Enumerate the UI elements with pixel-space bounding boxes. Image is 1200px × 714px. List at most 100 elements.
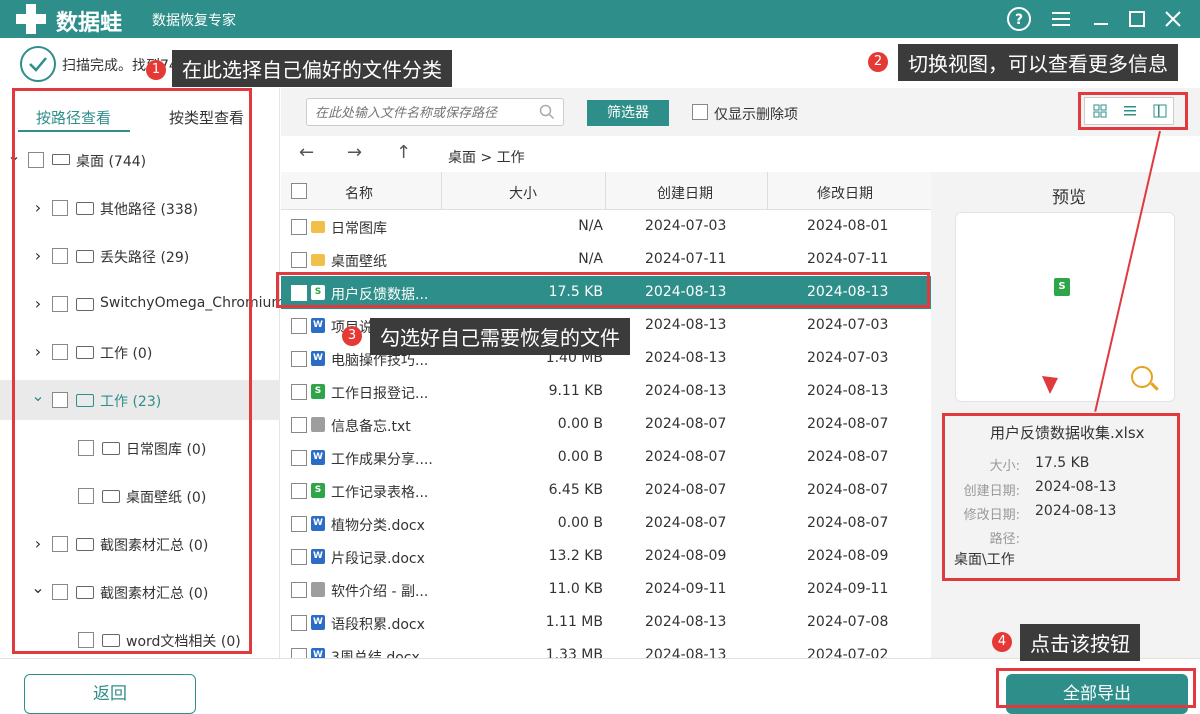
column-size[interactable]: 大小: [509, 183, 537, 203]
file-size: 6.45 KB: [548, 482, 603, 498]
file-modified: 2024-07-11: [807, 251, 889, 267]
question-circle-icon[interactable]: ?: [1006, 6, 1032, 32]
file-name: 工作记录表格...: [331, 485, 429, 501]
row-checkbox[interactable]: [291, 417, 307, 433]
callout-4-badge: 4: [992, 632, 1012, 652]
close-icon[interactable]: [1160, 6, 1186, 32]
table-row[interactable]: W 工作成果分享.... 0.00 B 2024-08-07 2024-08-07: [281, 441, 931, 474]
docx-file-icon: W: [311, 615, 325, 630]
callout-3-badge: 3: [342, 326, 362, 346]
column-created[interactable]: 创建日期: [657, 183, 713, 203]
search-box: [306, 98, 564, 126]
select-all-checkbox[interactable]: [291, 183, 307, 199]
app-logo: [14, 3, 48, 35]
folder-icon: [311, 254, 325, 266]
row-checkbox[interactable]: [291, 615, 307, 631]
file-name: 片段记录.docx: [331, 551, 425, 567]
file-name: 软件介绍 - 副...: [331, 584, 429, 600]
column-name[interactable]: 名称: [345, 183, 373, 203]
file-created: 2024-09-11: [645, 581, 727, 597]
row-checkbox[interactable]: [291, 252, 307, 268]
file-created: 2024-07-03: [645, 218, 727, 234]
row-checkbox[interactable]: [291, 351, 307, 367]
only-deleted-checkbox[interactable]: [692, 104, 708, 120]
highlight-box-1: [12, 88, 252, 654]
breadcrumb: 桌面 > 工作: [448, 150, 525, 166]
file-modified: 2024-08-13: [807, 383, 889, 399]
search-input[interactable]: [315, 103, 533, 123]
table-row[interactable]: 软件介绍 - 副... 11.0 KB 2024-09-11 2024-09-11: [281, 573, 931, 606]
file-created: 2024-08-13: [645, 383, 727, 399]
table-row[interactable]: W 片段记录.docx 13.2 KB 2024-08-09 2024-08-09: [281, 540, 931, 573]
row-checkbox[interactable]: [291, 318, 307, 334]
file-created: 2024-08-13: [645, 350, 727, 366]
callout-1: 在此选择自己偏好的文件分类: [172, 50, 452, 87]
file-modified: 2024-08-07: [807, 416, 889, 432]
docx-file-icon: W: [311, 450, 325, 465]
callout-1-badge: 1: [146, 60, 166, 80]
table-row[interactable]: S 工作日报登记... 9.11 KB 2024-08-13 2024-08-13: [281, 375, 931, 408]
folder-icon: [311, 221, 325, 233]
callout-2-badge: 2: [868, 52, 888, 72]
minimize-icon[interactable]: [1088, 6, 1114, 32]
callout-4: 点击该按钮: [1020, 624, 1140, 661]
preview-title: 预览: [1052, 188, 1086, 208]
file-name: 信息备忘.txt: [331, 419, 411, 435]
file-size: 13.2 KB: [548, 548, 603, 564]
highlight-box-4: [942, 413, 1180, 581]
file-name: 植物分类.docx: [331, 518, 425, 534]
file-name: 工作成果分享....: [331, 452, 433, 468]
table-row[interactable]: W 植物分类.docx 0.00 B 2024-08-07 2024-08-07: [281, 507, 931, 540]
table-row[interactable]: 日常图库 N/A 2024-07-03 2024-08-01: [281, 210, 931, 243]
forward-arrow-icon[interactable]: →: [347, 142, 362, 163]
file-size: N/A: [578, 218, 603, 234]
row-checkbox[interactable]: [291, 450, 307, 466]
file-created: 2024-08-07: [645, 515, 727, 531]
file-size: N/A: [578, 251, 603, 267]
column-modified[interactable]: 修改日期: [817, 183, 873, 203]
back-button[interactable]: 返回: [24, 674, 196, 714]
file-name: 语段积累.docx: [331, 617, 425, 633]
table-header: 名称 大小 创建日期 修改日期: [281, 172, 931, 210]
back-arrow-icon[interactable]: ←: [299, 142, 314, 163]
maximize-icon[interactable]: [1124, 6, 1150, 32]
file-created: 2024-08-13: [645, 317, 727, 333]
highlight-box-3: [276, 272, 930, 308]
table-row[interactable]: 信息备忘.txt 0.00 B 2024-08-07 2024-08-07: [281, 408, 931, 441]
row-checkbox[interactable]: [291, 516, 307, 532]
txt-file-icon: [311, 417, 325, 432]
callout-2: 切换视图，可以查看更多信息: [898, 44, 1178, 81]
file-created: 2024-08-07: [645, 449, 727, 465]
file-name: 日常图库: [331, 221, 387, 237]
docx-file-icon: W: [311, 516, 325, 531]
file-modified: 2024-09-11: [807, 581, 889, 597]
highlight-box-2: [1078, 92, 1188, 130]
up-arrow-icon[interactable]: ↑: [396, 142, 411, 163]
row-checkbox[interactable]: [291, 483, 307, 499]
row-checkbox[interactable]: [291, 219, 307, 235]
highlight-box-5: [996, 668, 1196, 708]
table-row[interactable]: S 工作记录表格... 6.45 KB 2024-08-07 2024-08-07: [281, 474, 931, 507]
app-subtitle: 数据恢复专家: [152, 13, 236, 29]
search-icon[interactable]: [539, 104, 555, 120]
hamburger-menu-icon[interactable]: [1048, 6, 1074, 32]
nav-row: [281, 136, 931, 172]
file-modified: 2024-08-07: [807, 515, 889, 531]
docx-file-icon: W: [311, 549, 325, 564]
annotation-arrowhead: [1042, 376, 1058, 394]
filter-button[interactable]: 筛选器: [587, 100, 669, 126]
file-modified: 2024-08-07: [807, 482, 889, 498]
file-modified: 2024-07-03: [807, 350, 889, 366]
file-size: 1.11 MB: [545, 614, 603, 630]
svg-text:?: ?: [1015, 12, 1023, 28]
file-created: 2024-08-07: [645, 482, 727, 498]
file-modified: 2024-08-07: [807, 449, 889, 465]
table-row[interactable]: W 语段积累.docx 1.11 MB 2024-08-13 2024-07-08: [281, 606, 931, 639]
row-checkbox[interactable]: [291, 384, 307, 400]
docx-file-icon: W: [311, 351, 325, 366]
file-name: 工作日报登记...: [331, 386, 429, 402]
file-modified: 2024-08-09: [807, 548, 889, 564]
row-checkbox[interactable]: [291, 582, 307, 598]
file-created: 2024-07-11: [645, 251, 727, 267]
row-checkbox[interactable]: [291, 549, 307, 565]
